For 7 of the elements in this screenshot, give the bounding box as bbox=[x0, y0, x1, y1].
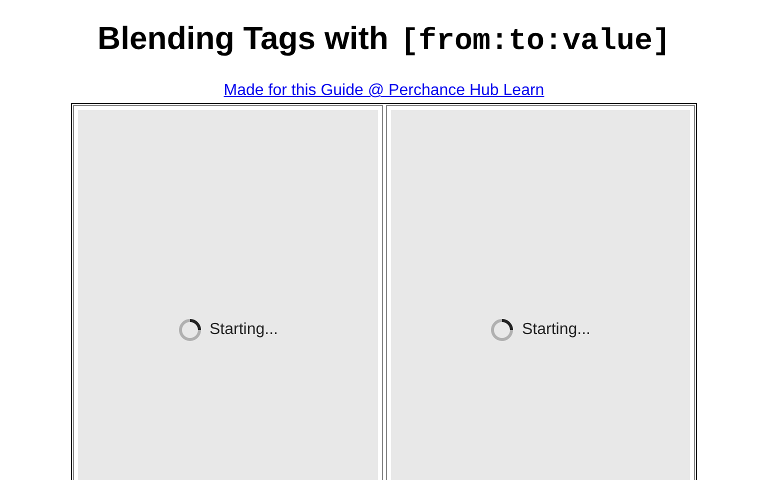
status-text: Starting... bbox=[210, 320, 278, 340]
spinner-icon bbox=[490, 318, 514, 342]
page-title: Blending Tags with bbox=[98, 19, 388, 58]
code-snippet: [from:to:value] bbox=[400, 24, 670, 61]
spinner-icon bbox=[178, 318, 202, 342]
status-text: Starting... bbox=[522, 320, 590, 340]
guide-link[interactable]: Made for this Guide @ Perchance Hub Learn bbox=[224, 82, 544, 100]
